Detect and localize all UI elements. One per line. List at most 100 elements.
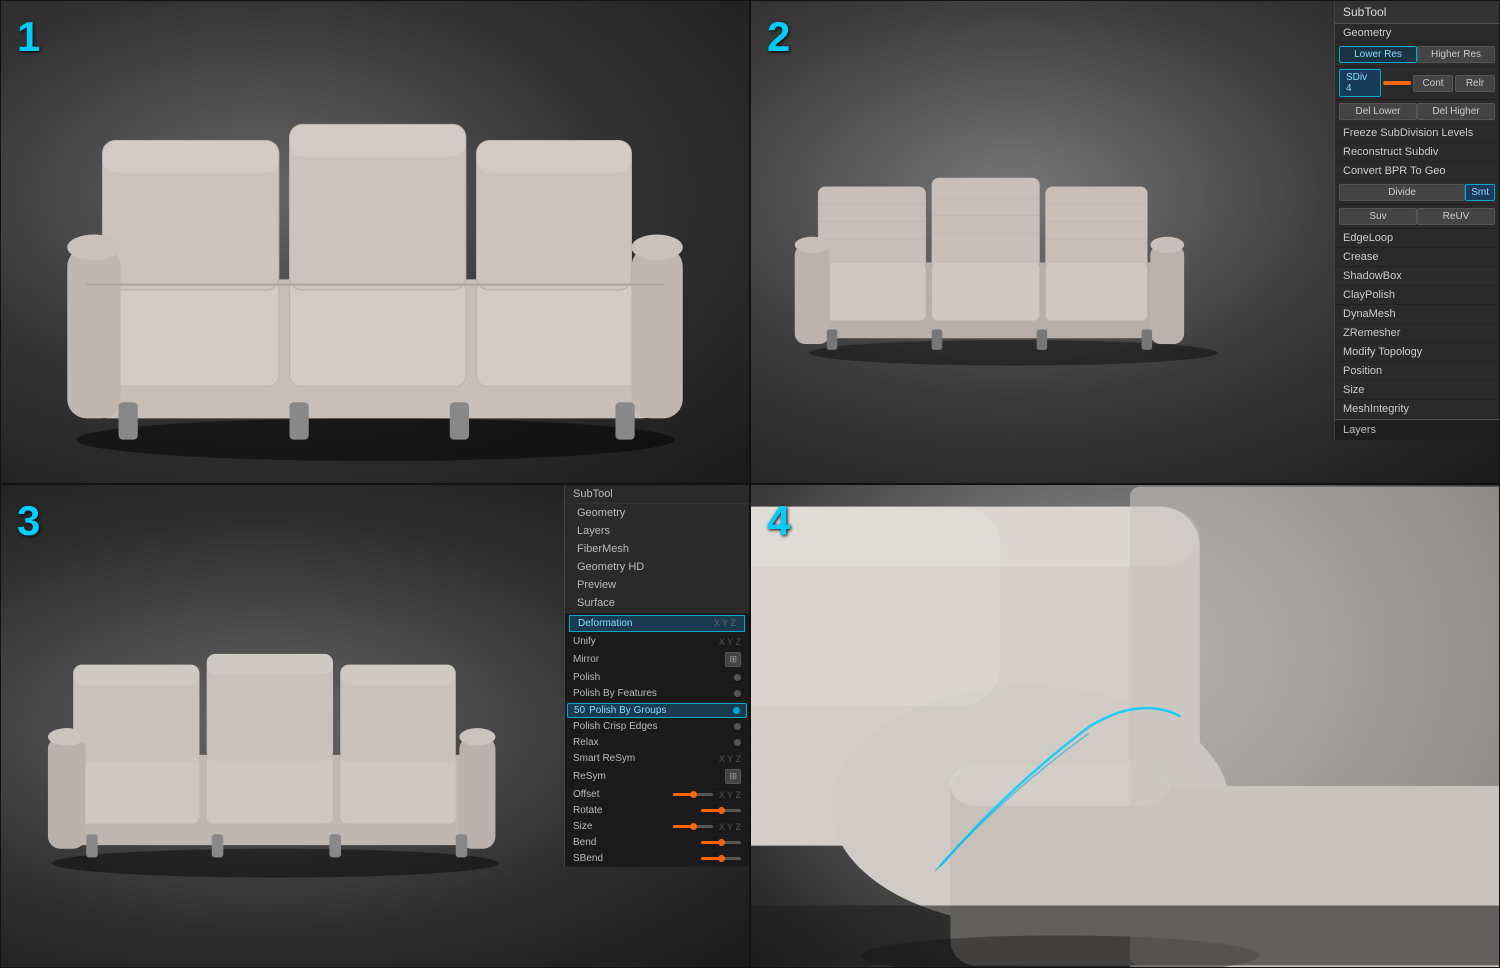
step-number-2: 2 xyxy=(767,13,790,61)
bend-item[interactable]: Bend xyxy=(565,835,749,851)
freeze-subdiv-label: Freeze SubDivision Levels xyxy=(1343,127,1473,139)
sofa-illustration-3 xyxy=(1,485,564,967)
preview-menu-item[interactable]: Preview xyxy=(565,576,749,594)
groups-value: 50 xyxy=(574,705,585,716)
sofa-illustration-1 xyxy=(1,1,749,483)
sbend-item[interactable]: SBend xyxy=(565,851,749,867)
zremesher-label: ZRemesher xyxy=(1343,327,1400,339)
quadrant-2: 2 xyxy=(750,0,1500,484)
geometry-hd-menu-item[interactable]: Geometry HD xyxy=(565,558,749,576)
offset-slider[interactable] xyxy=(673,793,713,796)
polish-by-groups-label: Polish By Groups xyxy=(589,705,666,716)
size-label: Size xyxy=(573,821,669,832)
offset-label: Offset xyxy=(573,789,669,800)
size-slider[interactable] xyxy=(673,825,713,828)
geometry-menu-item[interactable]: Geometry xyxy=(565,504,749,522)
suv-btn[interactable]: Suv xyxy=(1339,208,1417,225)
higher-res-btn[interactable]: Higher Res xyxy=(1417,46,1495,63)
subtool-title: SubTool xyxy=(1335,1,1499,24)
sdiv-row: SDiv 4 Cont Relr xyxy=(1335,67,1499,100)
bend-thumb xyxy=(718,839,725,846)
relax-label: Relax xyxy=(573,737,730,748)
sbend-slider[interactable] xyxy=(701,857,741,860)
size-thumb xyxy=(690,823,697,830)
dynamesh-label: DynaMesh xyxy=(1343,308,1396,320)
subtool-menu-item[interactable]: SubTool xyxy=(565,485,749,504)
deformation-label: Deformation xyxy=(578,618,632,629)
reuv-btn[interactable]: ReUV xyxy=(1417,208,1495,225)
position-row[interactable]: Position xyxy=(1335,362,1499,381)
offset-item[interactable]: Offset X Y Z xyxy=(565,787,749,803)
deformation-panel: SubTool Geometry Layers FiberMesh Geomet… xyxy=(564,485,749,867)
polish-by-features-item[interactable]: Polish By Features xyxy=(565,686,749,702)
edgeloop-row[interactable]: EdgeLoop xyxy=(1335,229,1499,248)
claypolish-label: ClayPolish xyxy=(1343,289,1395,301)
offset-xyz: X Y Z xyxy=(719,790,741,800)
size-label: Size xyxy=(1343,384,1364,396)
unify-label: Unify xyxy=(573,636,715,647)
mirror-item[interactable]: Mirror ⊞ xyxy=(565,650,749,670)
lower-res-btn[interactable]: Lower Res xyxy=(1339,46,1417,63)
geometry-panel: SubTool Geometry Lower Res Higher Res SD… xyxy=(1334,1,1499,440)
polish-crisp-label: Polish Crisp Edges xyxy=(573,721,730,732)
mirror-label: Mirror xyxy=(573,654,721,665)
relr-btn[interactable]: Relr xyxy=(1455,75,1495,92)
polish-crisp-edges-item[interactable]: Polish Crisp Edges xyxy=(565,719,749,735)
fibermesh-menu-item[interactable]: FiberMesh xyxy=(565,540,749,558)
quadrant-3: 3 SubTool Geometry Layers FiberMesh Geom… xyxy=(0,484,750,968)
sofa-closeup-4 xyxy=(751,485,1499,967)
sdiv-label[interactable]: SDiv 4 xyxy=(1339,69,1381,97)
deformation-title[interactable]: Deformation X Y Z xyxy=(569,615,745,632)
polish-by-features-label: Polish By Features xyxy=(573,688,730,699)
layers-section: Layers xyxy=(1335,419,1499,440)
size-row[interactable]: Size xyxy=(1335,381,1499,400)
geometry-row[interactable]: Geometry xyxy=(1335,24,1499,43)
dynamesh-row[interactable]: DynaMesh xyxy=(1335,305,1499,324)
del-higher-btn[interactable]: Del Higher xyxy=(1417,103,1495,120)
cont-btn[interactable]: Cont xyxy=(1413,75,1453,92)
step-number-1: 1 xyxy=(17,13,40,61)
polish-by-groups-item[interactable]: 50 Polish By Groups xyxy=(567,703,747,718)
crease-row[interactable]: Crease xyxy=(1335,248,1499,267)
claypolish-row[interactable]: ClayPolish xyxy=(1335,286,1499,305)
convert-bpr-row[interactable]: Convert BPR To Geo xyxy=(1335,162,1499,181)
polish-label: Polish xyxy=(573,672,730,683)
relax-item[interactable]: Relax xyxy=(565,735,749,751)
layers-menu-item[interactable]: Layers xyxy=(565,522,749,540)
unify-item[interactable]: Unify X Y Z xyxy=(565,634,749,650)
groups-dot xyxy=(733,707,740,714)
zremesher-row[interactable]: ZRemesher xyxy=(1335,324,1499,343)
reconstruct-subdiv-row[interactable]: Reconstruct Subdiv xyxy=(1335,143,1499,162)
rotate-item[interactable]: Rotate xyxy=(565,803,749,819)
shadowbox-row[interactable]: ShadowBox xyxy=(1335,267,1499,286)
meshintegrity-label: MeshIntegrity xyxy=(1343,403,1409,415)
res-row: Lower Res Higher Res xyxy=(1335,43,1499,67)
convert-bpr-label: Convert BPR To Geo xyxy=(1343,165,1446,177)
modify-topology-row[interactable]: Modify Topology xyxy=(1335,343,1499,362)
mirror-shortcut: ⊞ xyxy=(725,652,741,667)
polish-features-dot xyxy=(734,690,741,697)
meshintegrity-row[interactable]: MeshIntegrity xyxy=(1335,400,1499,419)
bend-slider[interactable] xyxy=(701,841,741,844)
smt-btn[interactable]: Smt xyxy=(1465,184,1495,201)
del-row: Del Lower Del Higher xyxy=(1335,100,1499,124)
polish-dot xyxy=(734,674,741,681)
offset-thumb xyxy=(690,791,697,798)
suv-reuv-row: Suv ReUV xyxy=(1335,205,1499,229)
xyz-hint: X Y Z xyxy=(714,618,736,629)
polish-item[interactable]: Polish xyxy=(565,670,749,686)
resym-item[interactable]: ReSym ⊞ xyxy=(565,767,749,787)
size-deform-item[interactable]: Size X Y Z xyxy=(565,819,749,835)
rotate-slider[interactable] xyxy=(701,809,741,812)
freeze-subdiv-row[interactable]: Freeze SubDivision Levels xyxy=(1335,124,1499,143)
smart-resym-item[interactable]: Smart ReSym X Y Z xyxy=(565,751,749,767)
del-lower-btn[interactable]: Del Lower xyxy=(1339,103,1417,120)
divide-btn[interactable]: Divide xyxy=(1339,184,1465,201)
quadrant-1: 1 xyxy=(0,0,750,484)
step-number-4: 4 xyxy=(767,497,790,545)
orange-slider-bar xyxy=(1383,81,1411,85)
smart-resym-xyz: X Y Z xyxy=(719,754,741,764)
surface-menu-item[interactable]: Surface xyxy=(565,594,749,612)
shadowbox-label: ShadowBox xyxy=(1343,270,1402,282)
layers-label: Layers xyxy=(1343,424,1376,436)
